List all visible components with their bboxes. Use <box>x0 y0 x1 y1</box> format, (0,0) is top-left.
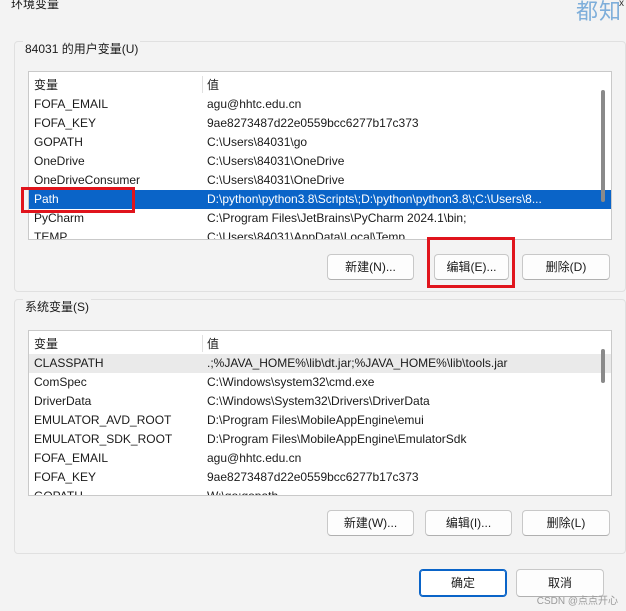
list-item[interactable]: DriverData C:\Windows\System32\Drivers\Dr… <box>29 392 611 411</box>
variable-value: C:\Program Files\JetBrains\PyCharm 2024.… <box>207 211 467 225</box>
variable-name: OneDrive <box>34 154 85 168</box>
list-item[interactable]: EMULATOR_SDK_ROOT D:\Program Files\Mobile… <box>29 430 611 449</box>
user-variables-list[interactable]: 变量 值 FOFA_EMAIL agu@hhtc.edu.cn FOFA_KEY 9a… <box>28 71 612 240</box>
variable-name: FOFA_KEY <box>34 470 97 484</box>
system-variables-label: 系统变量(S) <box>23 298 91 315</box>
user-variables-label: 84031 的用户变量(U) <box>23 40 141 57</box>
system-delete-button[interactable]: 删除(L) <box>522 510 610 536</box>
list-item[interactable]: EMULATOR_AVD_ROOT D:\Program Files\Mobile… <box>29 411 611 430</box>
user-list-scrollbar[interactable] <box>599 72 609 239</box>
variable-value: C:\Windows\System32\Drivers\DriverData <box>207 394 430 408</box>
variable-value: D:\python\python3.8\Scripts\;D:\python\p… <box>207 192 542 206</box>
variable-value: agu@hhtc.edu.cn <box>207 97 302 111</box>
system-list-scrollbar[interactable] <box>599 331 609 495</box>
variable-value: D:\Program Files\MobileAppEngine\Emulato… <box>207 432 467 446</box>
variable-value: C:\Windows\system32\cmd.exe <box>207 375 375 389</box>
column-header-name[interactable]: 变量 <box>34 335 202 354</box>
variable-value: 9ae8273487d22e0559bcc6277b17c373 <box>207 116 419 130</box>
list-item[interactable]: OneDrive C:\Users\84031\OneDrive <box>29 152 611 171</box>
column-header-value[interactable]: 值 <box>207 335 593 354</box>
list-item[interactable]: FOFA_KEY 9ae8273487d22e0559bcc6277b17c373 <box>29 114 611 133</box>
scrollbar-thumb[interactable] <box>601 349 605 383</box>
variable-name: FOFA_EMAIL <box>34 97 109 111</box>
variable-name: EMULATOR_SDK_ROOT <box>34 432 173 446</box>
list-item[interactable]: PyCharm C:\Program Files\JetBrains\PyChar… <box>29 209 611 228</box>
variable-name: Path <box>34 192 59 206</box>
column-divider[interactable] <box>202 335 203 352</box>
variable-name: ComSpec <box>34 375 87 389</box>
variable-value: C:\Users\84031\OneDrive <box>207 173 345 187</box>
variable-value: C:\Users\84031\AppData\Local\Temp <box>207 230 406 240</box>
scrollbar-thumb[interactable] <box>601 90 605 202</box>
corner-logo: 都知 <box>575 0 622 25</box>
variable-name: TEMP <box>34 230 68 240</box>
variable-name: FOFA_KEY <box>34 116 97 130</box>
system-variables-list[interactable]: 变量 值 CLASSPATH .;%JAVA_HOME%\lib\dt.jar;%… <box>28 330 612 496</box>
ok-button[interactable]: 确定 <box>419 569 507 597</box>
list-item[interactable]: GOPATH C:\Users\84031\go <box>29 133 611 152</box>
window-title: 环境变量 <box>11 0 60 11</box>
variable-value: C:\Users\84031\go <box>207 135 308 149</box>
watermark: CSDN @点点开心 <box>536 596 618 607</box>
user-new-button[interactable]: 新建(N)... <box>327 254 414 280</box>
column-header-value[interactable]: 值 <box>207 76 593 95</box>
variable-value: .;%JAVA_HOME%\lib\dt.jar;%JAVA_HOME%\lib… <box>207 356 508 370</box>
variable-value: C:\Users\84031\OneDrive <box>207 154 345 168</box>
variable-name: DriverData <box>34 394 92 408</box>
variable-name: PyCharm <box>34 211 85 225</box>
variable-value: D:\Program Files\MobileAppEngine\emui <box>207 413 424 427</box>
variable-name: GOPATH <box>34 489 83 496</box>
variable-name: OneDriveConsumer <box>34 173 141 187</box>
list-item[interactable]: FOFA_EMAIL agu@hhtc.edu.cn <box>29 95 611 114</box>
user-edit-button[interactable]: 编辑(E)... <box>434 254 509 280</box>
list-header: 变量 值 <box>29 335 611 354</box>
list-item[interactable]: TEMP C:\Users\84031\AppData\Local\Temp <box>29 228 611 240</box>
column-header-name[interactable]: 变量 <box>34 76 202 95</box>
variable-name: CLASSPATH <box>34 356 104 370</box>
list-item[interactable]: ComSpec C:\Windows\system32\cmd.exe <box>29 373 611 392</box>
list-header: 变量 值 <box>29 76 611 95</box>
list-item[interactable]: OneDriveConsumer C:\Users\84031\OneDrive <box>29 171 611 190</box>
variable-value: agu@hhtc.edu.cn <box>207 451 302 465</box>
list-item[interactable]: CLASSPATH .;%JAVA_HOME%\lib\dt.jar;%JAVA_… <box>29 354 611 373</box>
close-icon[interactable]: x <box>619 0 624 9</box>
variable-value: W:\go;gopath <box>207 489 279 496</box>
variable-name: FOFA_EMAIL <box>34 451 109 465</box>
list-item[interactable]: Path D:\python\python3.8\Scripts\;D:\pyth… <box>29 190 611 209</box>
list-item[interactable]: FOFA_KEY 9ae8273487d22e0559bcc6277b17c373 <box>29 468 611 487</box>
system-edit-button[interactable]: 编辑(I)... <box>425 510 512 536</box>
list-item[interactable]: FOFA_EMAIL agu@hhtc.edu.cn <box>29 449 611 468</box>
variable-value: 9ae8273487d22e0559bcc6277b17c373 <box>207 470 419 484</box>
system-new-button[interactable]: 新建(W)... <box>327 510 414 536</box>
user-delete-button[interactable]: 删除(D) <box>522 254 610 280</box>
column-divider[interactable] <box>202 76 203 93</box>
variable-name: GOPATH <box>34 135 83 149</box>
list-item[interactable]: GOPATH W:\go;gopath <box>29 487 611 496</box>
variable-name: EMULATOR_AVD_ROOT <box>34 413 172 427</box>
